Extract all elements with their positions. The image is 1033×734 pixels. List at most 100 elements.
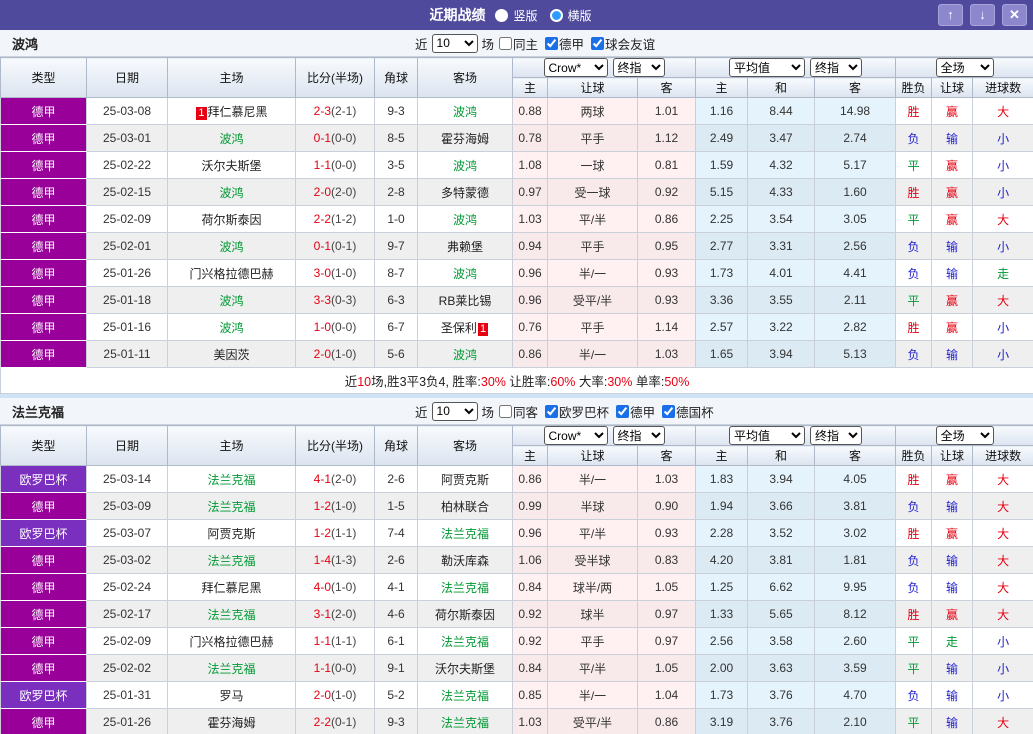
average-odds-cell: 2.74 bbox=[815, 125, 896, 152]
league-filter[interactable]: 球会友谊 bbox=[586, 34, 655, 53]
corner-cell: 4-6 bbox=[375, 601, 418, 628]
horizontal-layout-label[interactable]: 横版 bbox=[568, 7, 592, 24]
date-cell: 25-03-09 bbox=[87, 493, 168, 520]
vertical-layout-label[interactable]: 竖版 bbox=[513, 7, 537, 24]
average-odds-cell: 14.98 bbox=[815, 98, 896, 125]
same-venue-checkbox[interactable] bbox=[499, 405, 512, 418]
average-odds-cell: 4.32 bbox=[748, 152, 815, 179]
scope-select[interactable]: 全场 bbox=[936, 58, 994, 77]
same-venue-filter[interactable]: 同主 bbox=[494, 34, 538, 53]
corner-cell: 2-6 bbox=[375, 466, 418, 493]
company-odds-cell: 0.92 bbox=[638, 179, 696, 206]
average-odds-cell: 3.76 bbox=[748, 682, 815, 709]
games-count-select[interactable]: 10 bbox=[432, 402, 478, 421]
average-odds-cell: 2.77 bbox=[696, 233, 748, 260]
league-filter[interactable]: 德国杯 bbox=[657, 402, 714, 421]
corner-cell: 7-4 bbox=[375, 520, 418, 547]
move-down-button[interactable]: ↓ bbox=[970, 4, 995, 26]
average-stage-select[interactable]: 终指 bbox=[810, 426, 862, 445]
home-team-cell: 波鸿 bbox=[168, 287, 296, 314]
same-venue-filter[interactable]: 同客 bbox=[494, 402, 538, 421]
odds-company-select[interactable]: Crow* bbox=[544, 58, 608, 77]
average-odds-cell: 5.15 bbox=[696, 179, 748, 206]
average-select[interactable]: 平均值 bbox=[729, 58, 805, 77]
result-handicap-cell: 输 bbox=[932, 574, 973, 601]
company-odds-cell: 0.93 bbox=[638, 287, 696, 314]
company-odds-cell: 平手 bbox=[548, 233, 638, 260]
company-stage-select[interactable]: 终指 bbox=[613, 426, 665, 445]
same-venue-checkbox[interactable] bbox=[499, 37, 512, 50]
league-badge-cell: 欧罗巴杯 bbox=[1, 682, 87, 709]
average-odds-cell: 3.52 bbox=[748, 520, 815, 547]
match-row: 德甲25-03-081拜仁慕尼黑2-3(2-1)9-3波鸿0.88两球1.011… bbox=[1, 98, 1033, 125]
league-checkbox[interactable] bbox=[545, 37, 558, 50]
summary-row: 近10场,胜3平3负4, 胜率:30% 让胜率:60% 大率:30% 单率:50… bbox=[1, 368, 1033, 394]
company-odds-cell: 1.04 bbox=[638, 682, 696, 709]
average-odds-cell: 1.73 bbox=[696, 260, 748, 287]
result-goals-cell: 大 bbox=[973, 709, 1033, 734]
company-stage-select[interactable]: 终指 bbox=[613, 58, 665, 77]
match-row: 欧罗巴杯25-03-07阿贾克斯1-2(1-1)7-4法兰克福0.96平/半0.… bbox=[1, 520, 1033, 547]
league-filters: 欧罗巴杯德甲德国杯 bbox=[540, 402, 716, 421]
result-outcome-cell: 负 bbox=[896, 574, 932, 601]
result-goals-cell: 大 bbox=[973, 206, 1033, 233]
average-odds-cell: 4.70 bbox=[815, 682, 896, 709]
average-select[interactable]: 平均值 bbox=[729, 426, 805, 445]
result-handicap-cell: 赢 bbox=[932, 601, 973, 628]
average-odds-cell: 2.56 bbox=[696, 628, 748, 655]
league-badge-cell: 德甲 bbox=[1, 601, 87, 628]
result-handicap-cell: 输 bbox=[932, 233, 973, 260]
league-badge-cell: 德甲 bbox=[1, 655, 87, 682]
date-cell: 25-02-02 bbox=[87, 655, 168, 682]
average-odds-cell: 2.25 bbox=[696, 206, 748, 233]
league-filters: 德甲球会友谊 bbox=[540, 34, 657, 53]
odds-company-select[interactable]: Crow* bbox=[544, 426, 608, 445]
average-stage-select[interactable]: 终指 bbox=[810, 58, 862, 77]
corner-cell: 5-6 bbox=[375, 341, 418, 368]
home-team-cell: 罗马 bbox=[168, 682, 296, 709]
league-filter[interactable]: 欧罗巴杯 bbox=[540, 402, 609, 421]
result-goals-cell: 走 bbox=[973, 260, 1033, 287]
result-handicap-cell: 赢 bbox=[932, 466, 973, 493]
games-label: 场 bbox=[482, 402, 495, 421]
date-cell: 25-02-09 bbox=[87, 628, 168, 655]
league-checkbox[interactable] bbox=[662, 405, 675, 418]
company-odds-cell: 球半/两 bbox=[548, 574, 638, 601]
league-checkbox[interactable] bbox=[591, 37, 604, 50]
close-button[interactable]: ✕ bbox=[1002, 4, 1027, 26]
average-odds-cell: 3.22 bbox=[748, 314, 815, 341]
league-checkbox[interactable] bbox=[545, 405, 558, 418]
result-outcome-cell: 负 bbox=[896, 260, 932, 287]
company-odds-cell: 0.97 bbox=[638, 628, 696, 655]
match-row: 德甲25-03-01波鸿0-1(0-0)8-5霍芬海姆0.78平手1.122.4… bbox=[1, 125, 1033, 152]
company-header-group: Crow* 终指 bbox=[513, 426, 696, 446]
score-cell: 3-0(1-0) bbox=[296, 260, 375, 287]
recent-results-window: 近期战绩 竖版 横版 ↑ ↓ ✕ 波鸿 近 10 场 同主 德甲球会友谊 bbox=[0, 0, 1033, 734]
horizontal-layout-radio[interactable] bbox=[550, 9, 563, 22]
league-badge-cell: 德甲 bbox=[1, 314, 87, 341]
company-odds-cell: 0.96 bbox=[513, 260, 548, 287]
home-team-cell: 1拜仁慕尼黑 bbox=[168, 98, 296, 125]
result-outcome-cell: 负 bbox=[896, 341, 932, 368]
league-filter[interactable]: 德甲 bbox=[611, 402, 655, 421]
result-goals-cell: 小 bbox=[973, 233, 1033, 260]
sub-header-goals-result: 进球数 bbox=[973, 78, 1033, 98]
vertical-layout-radio[interactable] bbox=[495, 9, 508, 22]
league-filter[interactable]: 德甲 bbox=[540, 34, 584, 53]
away-team-cell: 阿贾克斯 bbox=[418, 466, 513, 493]
average-odds-cell: 3.63 bbox=[748, 655, 815, 682]
result-outcome-cell: 负 bbox=[896, 682, 932, 709]
average-header-group: 平均值 终指 bbox=[696, 58, 896, 78]
average-odds-cell: 3.94 bbox=[748, 466, 815, 493]
scope-select[interactable]: 全场 bbox=[936, 426, 994, 445]
league-checkbox[interactable] bbox=[616, 405, 629, 418]
away-team-cell: 圣保利1 bbox=[418, 314, 513, 341]
result-goals-cell: 大 bbox=[973, 520, 1033, 547]
away-team-cell: 波鸿 bbox=[418, 206, 513, 233]
sub-header-avg-home: 主 bbox=[696, 446, 748, 466]
company-odds-cell: 受一球 bbox=[548, 179, 638, 206]
date-cell: 25-02-22 bbox=[87, 152, 168, 179]
home-team-cell: 法兰克福 bbox=[168, 601, 296, 628]
games-count-select[interactable]: 10 bbox=[432, 34, 478, 53]
move-up-button[interactable]: ↑ bbox=[938, 4, 963, 26]
